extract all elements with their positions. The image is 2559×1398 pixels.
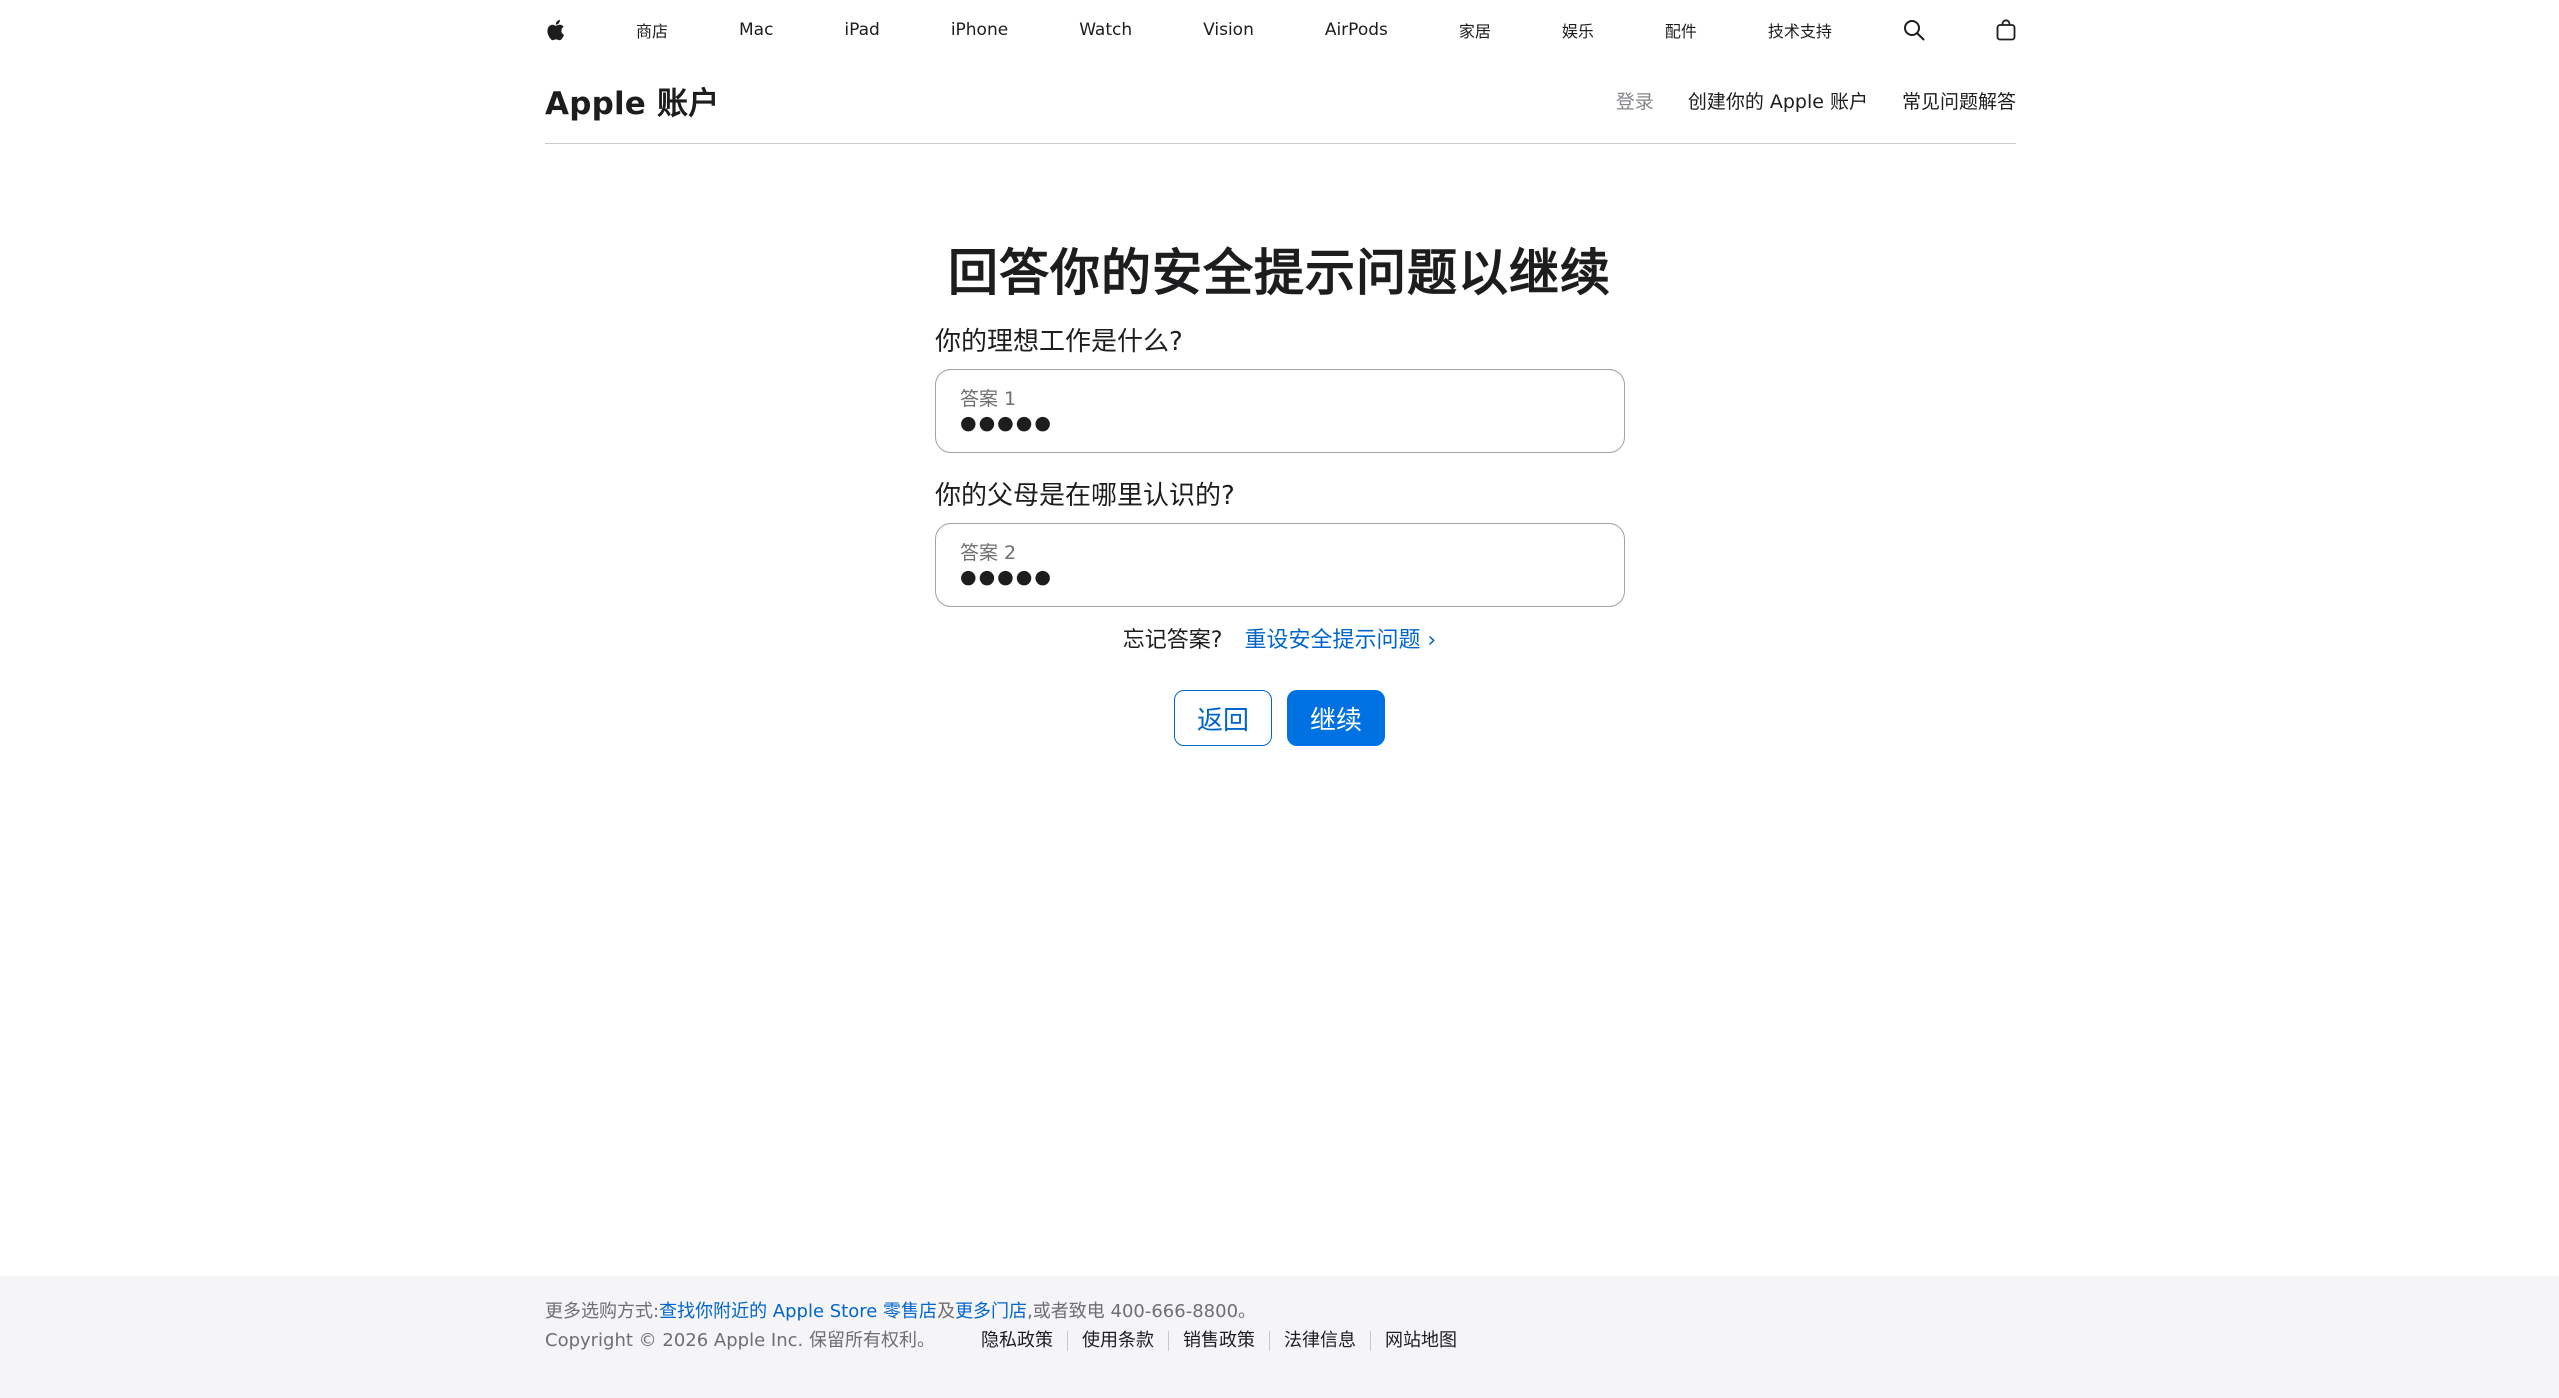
reset-security-questions-link[interactable]: 重设安全提示问题 › xyxy=(1244,628,1436,653)
question-2-label: 你的父母是在哪里认识的? xyxy=(935,481,1235,511)
nav-item-watch[interactable]: Watch xyxy=(1079,20,1132,40)
footer: 更多选购方式:查找你附近的 Apple Store 零售店及更多门店,或者致电 … xyxy=(0,1276,2559,1398)
action-buttons: 返回 继续 xyxy=(0,690,2559,746)
question-1-label: 你的理想工作是什么? xyxy=(935,327,1183,357)
nav-item-vision[interactable]: Vision xyxy=(1203,20,1254,40)
nav-item-support[interactable]: 技术支持 xyxy=(1768,18,1832,42)
answer-1-placeholder: 答案 1 xyxy=(960,388,1017,410)
footer-phone: ,或者致电 400-666-8800。 xyxy=(1027,1301,1257,1322)
back-button[interactable]: 返回 xyxy=(1174,690,1272,746)
answer-2-placeholder: 答案 2 xyxy=(960,542,1017,564)
nav-item-mac[interactable]: Mac xyxy=(739,20,773,40)
sales-policy-link[interactable]: 销售政策 xyxy=(1167,1331,1269,1351)
footer-legal-row: Copyright © 2026 Apple Inc. 保留所有权利。 隐私政策… xyxy=(545,1326,2016,1356)
answer-2-value: ●●●●● xyxy=(960,566,1053,588)
local-nav-title[interactable]: Apple 账户 xyxy=(545,78,719,123)
answer-1-field[interactable]: 答案 1 ●●●●● xyxy=(935,369,1625,453)
forgot-answers-row: 忘记答案? 重设安全提示问题 › xyxy=(0,622,2559,654)
local-nav-links: 登录 创建你的 Apple 账户 常见问题解答 xyxy=(1616,87,2016,114)
nav-item-ipad[interactable]: iPad xyxy=(844,20,879,40)
shopping-bag-icon[interactable] xyxy=(1996,19,2016,41)
terms-of-use-link[interactable]: 使用条款 xyxy=(1066,1331,1168,1351)
footer-inner: 更多选购方式:查找你附近的 Apple Store 零售店及更多门店,或者致电 … xyxy=(545,1298,2016,1356)
nav-item-iphone[interactable]: iPhone xyxy=(951,20,1008,40)
faq-link[interactable]: 常见问题解答 xyxy=(1902,87,2016,114)
privacy-policy-link[interactable]: 隐私政策 xyxy=(981,1331,1067,1351)
search-icon[interactable] xyxy=(1903,19,1925,41)
legal-links: 隐私政策 使用条款 销售政策 法律信息 网站地图 xyxy=(981,1331,1471,1351)
security-questions-form: 你的理想工作是什么? 答案 1 ●●●●● 你的父母是在哪里认识的? 答案 2 … xyxy=(935,323,1625,607)
footer-and: 及 xyxy=(937,1301,956,1322)
legal-info-link[interactable]: 法律信息 xyxy=(1268,1331,1370,1351)
copyright: Copyright © 2026 Apple Inc. 保留所有权利。 xyxy=(545,1330,935,1351)
global-nav-inner: 商店 Mac iPad iPhone Watch Vision AirPods … xyxy=(545,0,2016,60)
sign-in-link[interactable]: 登录 xyxy=(1616,87,1654,114)
apple-logo-icon[interactable] xyxy=(545,18,565,42)
continue-button[interactable]: 继续 xyxy=(1287,690,1385,746)
nav-item-entertainment[interactable]: 娱乐 xyxy=(1562,18,1594,42)
local-nav: Apple 账户 登录 创建你的 Apple 账户 常见问题解答 xyxy=(545,60,2016,144)
answer-2-field[interactable]: 答案 2 ●●●●● xyxy=(935,523,1625,607)
nav-item-airpods[interactable]: AirPods xyxy=(1325,20,1388,40)
page-title: 回答你的安全提示问题以继续 xyxy=(948,244,1611,302)
footer-prefix: 更多选购方式: xyxy=(545,1301,660,1322)
nav-item-accessories[interactable]: 配件 xyxy=(1665,18,1697,42)
site-map-link[interactable]: 网站地图 xyxy=(1369,1331,1471,1351)
footer-shop-info: 更多选购方式:查找你附近的 Apple Store 零售店及更多门店,或者致电 … xyxy=(545,1298,2016,1326)
answer-1-value: ●●●●● xyxy=(960,412,1053,434)
nav-item-store[interactable]: 商店 xyxy=(636,18,668,42)
global-nav: 商店 Mac iPad iPhone Watch Vision AirPods … xyxy=(0,0,2559,60)
create-account-link[interactable]: 创建你的 Apple 账户 xyxy=(1688,87,1868,114)
nav-item-home[interactable]: 家居 xyxy=(1459,18,1491,42)
forgot-answers-text: 忘记答案? xyxy=(1122,628,1223,653)
more-stores-link[interactable]: 更多门店 xyxy=(955,1301,1027,1322)
find-store-link[interactable]: 查找你附近的 Apple Store 零售店 xyxy=(659,1301,937,1322)
